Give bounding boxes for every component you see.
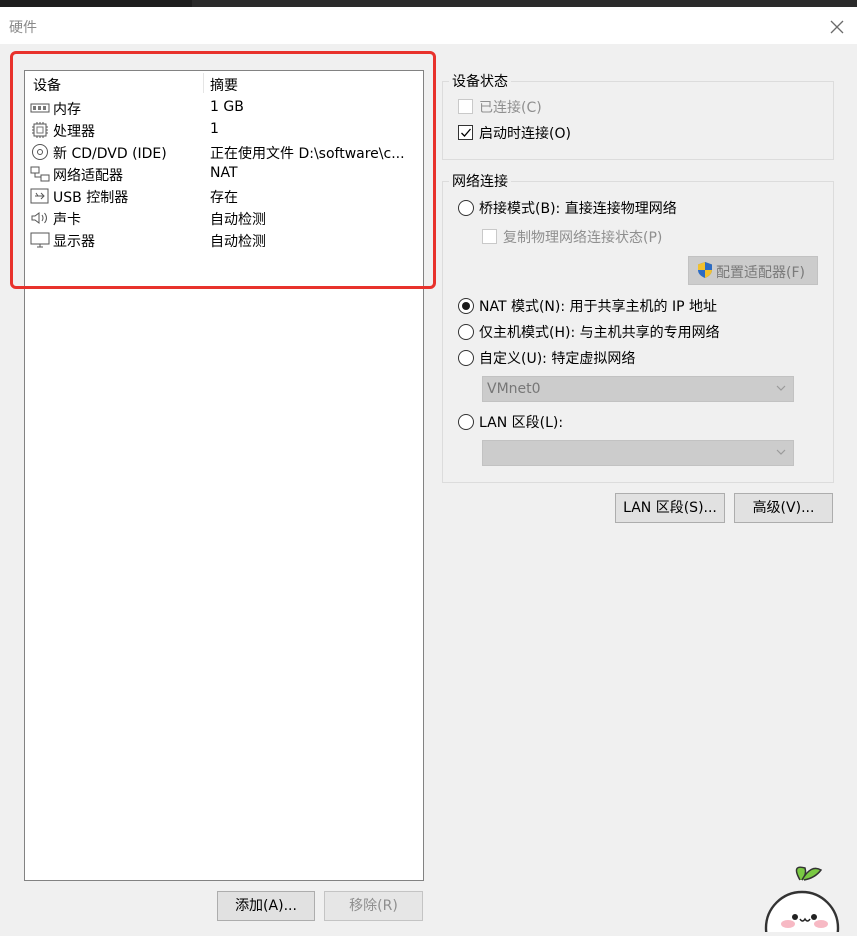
connected-label: 已连接(C) <box>479 100 542 116</box>
mascot-sticker-icon <box>755 858 857 936</box>
checkbox-box <box>482 229 497 244</box>
device-name: 内存 <box>53 102 81 118</box>
device-row-processor[interactable]: 处理器 1 <box>25 119 423 141</box>
connect-at-power-on-label: 启动时连接(O) <box>479 126 571 142</box>
device-summary: 自动检测 <box>210 212 266 228</box>
column-header-summary[interactable]: 摘要 <box>210 75 238 95</box>
device-name: USB 控制器 <box>53 190 129 206</box>
processor-icon <box>30 121 50 139</box>
device-row-memory[interactable]: 内存 1 GB <box>25 97 423 119</box>
window-title: 硬件 <box>9 20 37 36</box>
configure-adapters-label: 配置适配器(F) <box>716 265 805 281</box>
device-summary: NAT <box>210 165 238 181</box>
top-strip-segment <box>0 0 192 7</box>
advanced-button[interactable]: 高级(V)... <box>734 493 833 523</box>
custom-network-select[interactable]: VMnet0 <box>482 376 794 402</box>
column-header-device[interactable]: 设备 <box>33 75 61 95</box>
device-summary: 自动检测 <box>210 234 266 250</box>
checkbox-box <box>458 125 473 140</box>
radio-circle <box>458 324 474 340</box>
replicate-state-label: 复制物理网络连接状态(P) <box>503 230 663 246</box>
device-summary: 1 GB <box>210 99 244 115</box>
replicate-state-checkbox[interactable]: 复制物理网络连接状态(P) <box>482 227 682 247</box>
network-adapter-icon <box>30 165 50 183</box>
close-icon <box>830 20 844 34</box>
chevron-down-icon <box>775 446 787 462</box>
sound-card-icon <box>30 209 50 227</box>
device-name: 新 CD/DVD (IDE) <box>53 146 167 162</box>
device-list[interactable]: 设备 摘要 内存 1 GB 处理器 1 新 CD/DVD (IDE) 正在使用文… <box>24 70 424 881</box>
device-summary: 正在使用文件 D:\software\c... <box>210 146 405 162</box>
device-row-display[interactable]: 显示器 自动检测 <box>25 229 423 251</box>
checkmark-icon <box>461 128 471 137</box>
lan-segment-radio[interactable]: LAN 区段(L): <box>458 412 608 432</box>
device-row-usb[interactable]: USB 控制器 存在 <box>25 185 423 207</box>
lan-segment-select[interactable] <box>482 440 794 466</box>
configure-adapters-button[interactable]: 配置适配器(F) <box>688 256 818 285</box>
device-row-network-adapter[interactable]: 网络适配器 NAT <box>25 163 423 185</box>
lan-segments-button[interactable]: LAN 区段(S)... <box>615 493 725 523</box>
close-button[interactable] <box>824 14 850 40</box>
device-summary: 1 <box>210 121 219 137</box>
cd-dvd-icon <box>30 143 50 161</box>
device-name: 处理器 <box>53 124 95 140</box>
connect-at-power-on-checkbox[interactable]: 启动时连接(O) <box>458 123 608 143</box>
add-button[interactable]: 添加(A)... <box>217 891 315 921</box>
nat-radio[interactable]: NAT 模式(N): 用于共享主机的 IP 地址 <box>458 296 748 316</box>
radio-circle <box>458 298 474 314</box>
network-connection-title: 网络连接 <box>452 174 508 190</box>
bridged-label: 桥接模式(B): 直接连接物理网络 <box>479 201 677 217</box>
shield-icon <box>697 261 713 283</box>
device-row-sound-card[interactable]: 声卡 自动检测 <box>25 207 423 229</box>
host-only-radio[interactable]: 仅主机模式(H): 与主机共享的专用网络 <box>458 322 748 342</box>
radio-circle <box>458 414 474 430</box>
column-divider[interactable] <box>203 73 204 93</box>
device-name: 显示器 <box>53 234 95 250</box>
custom-radio[interactable]: 自定义(U): 特定虚拟网络 <box>458 348 658 368</box>
custom-network-value: VMnet0 <box>487 381 541 397</box>
title-bar: 硬件 <box>0 7 857 44</box>
device-status-title: 设备状态 <box>452 74 508 90</box>
connected-checkbox[interactable]: 已连接(C) <box>458 97 608 117</box>
device-name: 网络适配器 <box>53 168 123 184</box>
chevron-down-icon <box>775 382 787 398</box>
device-name: 声卡 <box>53 212 81 228</box>
radio-circle <box>458 200 474 216</box>
top-strip <box>0 0 857 7</box>
remove-button[interactable]: 移除(R) <box>324 891 423 921</box>
radio-circle <box>458 350 474 366</box>
checkbox-box <box>458 99 473 114</box>
lan-segment-label: LAN 区段(L): <box>479 415 564 431</box>
nat-label: NAT 模式(N): 用于共享主机的 IP 地址 <box>479 299 717 315</box>
memory-icon <box>30 99 50 117</box>
device-row-cd-dvd[interactable]: 新 CD/DVD (IDE) 正在使用文件 D:\software\c... <box>25 141 423 163</box>
bridged-radio[interactable]: 桥接模式(B): 直接连接物理网络 <box>458 198 698 218</box>
device-summary: 存在 <box>210 190 238 206</box>
usb-icon <box>30 187 50 205</box>
display-icon <box>30 231 50 249</box>
custom-label: 自定义(U): 特定虚拟网络 <box>479 351 636 367</box>
host-only-label: 仅主机模式(H): 与主机共享的专用网络 <box>479 325 720 341</box>
